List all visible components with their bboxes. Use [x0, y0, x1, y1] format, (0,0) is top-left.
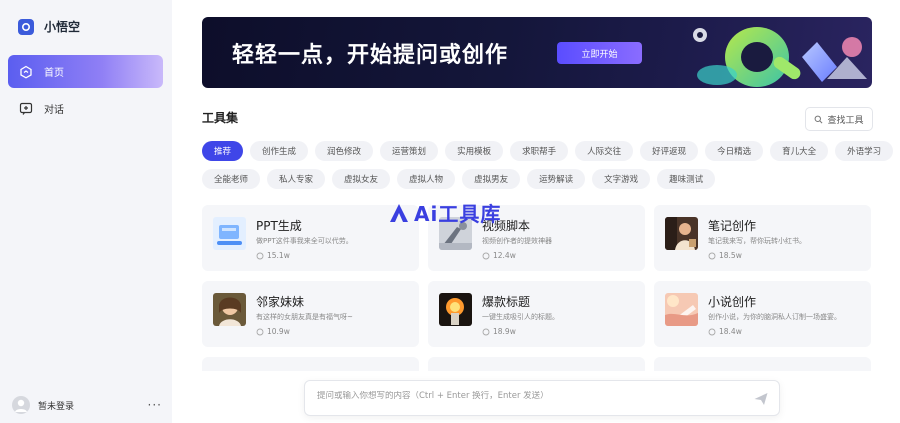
ppt-thumb-icon	[213, 217, 246, 250]
send-icon[interactable]	[753, 391, 769, 407]
chip-category[interactable]: 趣味测试	[657, 169, 716, 189]
card-usage-count: 18.9w	[493, 327, 516, 336]
category-chips: 推荐 创作生成 润色修改 运营策划 实用模板 求职帮手 人际交往 好评返现 今日精选 育儿大全 外语…	[202, 141, 894, 197]
tool-card-partial[interactable]	[202, 357, 419, 371]
chip-category[interactable]: 运势解读	[527, 169, 586, 189]
flame-icon	[256, 328, 264, 335]
login-status-label[interactable]: 暂未登录	[38, 399, 74, 412]
brand[interactable]: 小悟空	[18, 18, 80, 35]
flame-icon	[256, 252, 264, 259]
home-icon	[18, 64, 34, 80]
chip-category[interactable]: 求职帮手	[510, 141, 569, 161]
flame-icon	[482, 328, 490, 335]
chip-category[interactable]: 实用模板	[445, 141, 504, 161]
card-usage: 15.1w	[256, 251, 290, 260]
chip-row: 推荐 创作生成 润色修改 运营策划 实用模板 求职帮手 人际交往 好评返现 今日精选 育儿大全 外语…	[202, 141, 894, 161]
avatar[interactable]	[12, 396, 30, 414]
card-usage-count: 10.9w	[267, 327, 290, 336]
tool-cards-grid: PPT生成 做PPT这件事我来全可以代劳。 15.1w 视频脚本 视频创作者的提…	[202, 205, 872, 371]
chip-category[interactable]: 虚拟女友	[332, 169, 391, 189]
watermark: Ai工具库	[388, 198, 501, 227]
tool-card-note[interactable]: 笔记创作 笔记我来写，帮你玩转小红书。 18.5w	[654, 205, 871, 271]
search-tools-button[interactable]: 查找工具	[805, 107, 873, 131]
hero-banner[interactable]: 轻轻一点，开始提问或创作 立即开始	[202, 17, 872, 88]
card-desc: 有这样的女朋友真是有福气呀~	[256, 313, 353, 321]
sidebar-item-label: 对话	[44, 105, 64, 116]
tool-card-viral-title[interactable]: 爆款标题 一键生成吸引人的标题。 18.9w	[428, 281, 645, 347]
user-row[interactable]: 暂未登录 ···	[12, 395, 162, 415]
sidebar-item-home[interactable]: 首页	[8, 55, 163, 88]
chip-category[interactable]: 好评返现	[640, 141, 699, 161]
card-usage: 18.4w	[708, 327, 742, 336]
chip-category[interactable]: 育儿大全	[770, 141, 829, 161]
tool-card-novel[interactable]: 小说创作 创作小说，为你的脑洞私人订制一场盛宴。 18.4w	[654, 281, 871, 347]
chip-category[interactable]: 运营策划	[380, 141, 439, 161]
chip-category[interactable]: 创作生成	[250, 141, 309, 161]
card-usage-count: 12.4w	[493, 251, 516, 260]
banner-illustration-icon	[693, 27, 867, 87]
card-usage: 10.9w	[256, 327, 290, 336]
sidebar-item-label: 首页	[44, 68, 64, 79]
chip-category[interactable]: 私人专家	[267, 169, 326, 189]
sidebar: 小悟空 首页 对话 暂未登录 ···	[0, 0, 172, 423]
flame-icon	[708, 328, 716, 335]
card-usage-count: 15.1w	[267, 251, 290, 260]
search-icon	[815, 115, 823, 123]
chip-active[interactable]: 推荐	[202, 141, 244, 161]
chip-category[interactable]: 人际交往	[575, 141, 634, 161]
card-desc: 笔记我来写，帮你玩转小红书。	[708, 237, 806, 245]
sidebar-nav: 首页 对话	[8, 55, 163, 129]
sidebar-item-chat[interactable]: 对话	[8, 92, 163, 125]
chip-category[interactable]: 虚拟人物	[397, 169, 456, 189]
novel-thumb-icon	[665, 293, 698, 326]
girl-thumb-icon	[213, 293, 246, 326]
card-desc: 做PPT这件事我来全可以代劳。	[256, 237, 353, 245]
card-title: 笔记创作	[708, 219, 757, 233]
card-usage-count: 18.4w	[719, 327, 742, 336]
search-tools-label: 查找工具	[827, 115, 864, 126]
prompt-input[interactable]	[317, 391, 737, 401]
card-usage: 18.9w	[482, 327, 516, 336]
card-title: 小说创作	[708, 295, 757, 309]
card-title: 爆款标题	[482, 295, 531, 309]
note-thumb-icon	[665, 217, 698, 250]
chip-category[interactable]: 今日精选	[705, 141, 764, 161]
chip-category[interactable]: 文字游戏	[592, 169, 651, 189]
prompt-composer	[304, 380, 780, 416]
card-usage-count: 18.5w	[719, 251, 742, 260]
tool-card-ppt[interactable]: PPT生成 做PPT这件事我来全可以代劳。 15.1w	[202, 205, 419, 271]
watermark-logo-icon	[390, 203, 408, 222]
card-usage: 18.5w	[708, 251, 742, 260]
card-title: PPT生成	[256, 219, 302, 233]
card-title: 邻家妹妹	[256, 295, 305, 309]
tool-card-neighbor-girl[interactable]: 邻家妹妹 有这样的女朋友真是有福气呀~ 10.9w	[202, 281, 419, 347]
brand-name: 小悟空	[44, 20, 81, 34]
banner-title: 轻轻一点，开始提问或创作	[232, 43, 509, 68]
more-options-button[interactable]: ···	[148, 398, 162, 412]
tool-card-partial[interactable]	[428, 357, 645, 371]
flame-icon	[708, 252, 716, 259]
chip-category[interactable]: 全能老师	[202, 169, 261, 189]
card-desc: 视频创作者的提效神器	[482, 237, 552, 245]
card-desc: 创作小说，为你的脑洞私人订制一场盛宴。	[708, 313, 841, 321]
card-usage: 12.4w	[482, 251, 516, 260]
chip-row: 全能老师 私人专家 虚拟女友 虚拟人物 虚拟男友 运势解读 文字游戏 趣味测试	[202, 169, 872, 189]
card-desc: 一键生成吸引人的标题。	[482, 313, 559, 321]
brand-logo-icon	[18, 18, 34, 35]
chip-category[interactable]: 虚拟男友	[462, 169, 521, 189]
fire-thumb-icon	[439, 293, 472, 326]
chip-category[interactable]: 外语学习	[835, 141, 894, 161]
chat-icon	[18, 101, 34, 117]
tool-card-partial[interactable]	[654, 357, 871, 371]
section-title: 工具集	[202, 111, 239, 125]
start-now-button[interactable]: 立即开始	[557, 42, 642, 64]
chip-category[interactable]: 润色修改	[315, 141, 374, 161]
flame-icon	[482, 252, 490, 259]
watermark-text: Ai工具库	[414, 202, 502, 226]
